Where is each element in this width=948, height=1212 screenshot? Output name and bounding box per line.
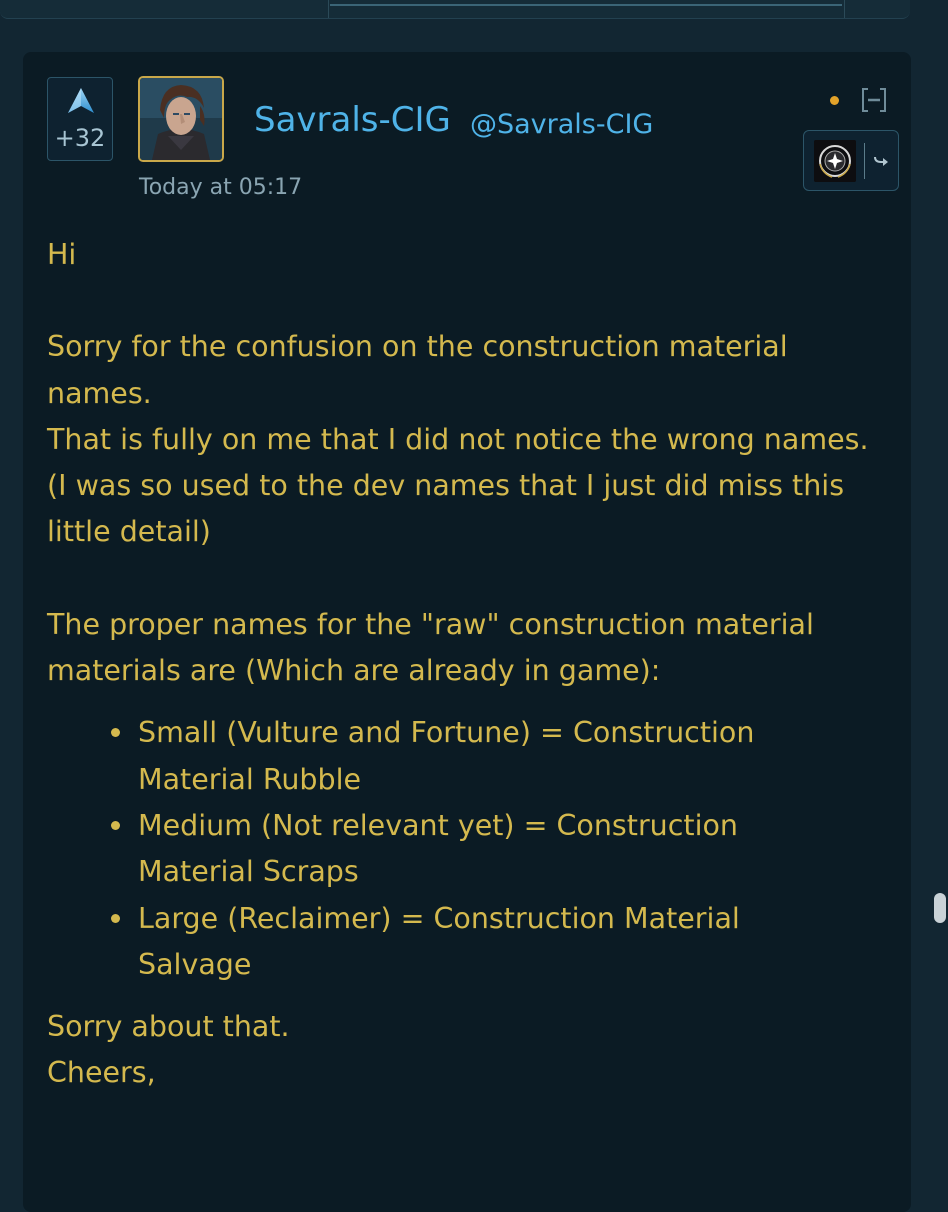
- closing-text: Cheers,: [47, 1056, 156, 1090]
- status-dot: [830, 96, 839, 105]
- material-list: Small (Vulture and Fortune) = Constructi…: [47, 710, 897, 988]
- upvote-arrow-icon[interactable]: [65, 86, 97, 118]
- names-intro-text: The proper names for the "raw" construct…: [47, 607, 814, 688]
- scrollbar-thumb[interactable]: [934, 893, 946, 923]
- scrollbar-track[interactable]: [930, 0, 948, 1200]
- apology-text: That is fully on me that I did not notic…: [47, 422, 869, 456]
- org-badge-divider: [864, 143, 865, 179]
- timestamp: Today at 05:17: [139, 175, 303, 200]
- vote-box: +32: [47, 77, 113, 161]
- avatar-image: [140, 78, 222, 160]
- footer-active-line: [330, 4, 842, 6]
- greeting-text: Hi: [47, 238, 77, 271]
- previous-post-footer: [0, 0, 910, 19]
- list-item: Large (Reclaimer) = Construction Materia…: [111, 896, 798, 989]
- apology-text: (I was so used to the dev names that I j…: [47, 469, 845, 549]
- vote-count: +32: [54, 124, 106, 152]
- list-item: Small (Vulture and Fortune) = Constructi…: [111, 710, 798, 803]
- share-arrow-icon[interactable]: [870, 149, 894, 173]
- org-badge[interactable]: [803, 130, 899, 191]
- apology-text: Sorry for the confusion on the construct…: [47, 330, 788, 410]
- collapse-icon[interactable]: [860, 86, 888, 114]
- username[interactable]: Savrals-CIG: [254, 100, 451, 140]
- user-handle: @Savrals-CIG: [470, 109, 654, 140]
- list-item: Medium (Not relevant yet) = Construction…: [111, 803, 798, 896]
- avatar[interactable]: [138, 76, 224, 162]
- post-body: Hi Sorry for the confusion on the constr…: [47, 232, 897, 1097]
- closing-text: Sorry about that.: [47, 1010, 290, 1044]
- footer-divider: [328, 0, 329, 18]
- star-citizen-logo-icon: [814, 140, 856, 182]
- footer-divider: [844, 0, 845, 18]
